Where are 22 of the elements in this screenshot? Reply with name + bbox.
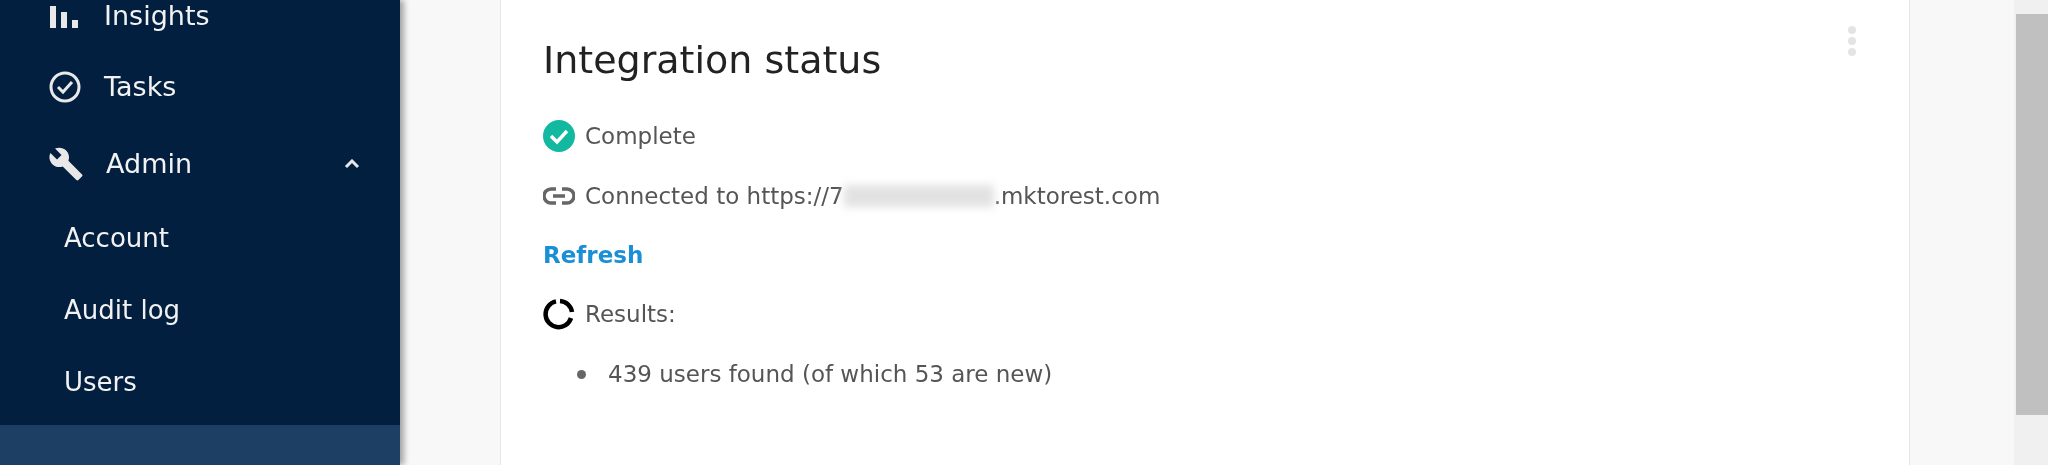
sidebar-subitem[interactable]: Account xyxy=(0,202,400,274)
card-title: Integration status xyxy=(543,38,882,82)
sidebar-subitem[interactable]: Audit log xyxy=(0,274,400,346)
sidebar-subitem[interactable]: Users xyxy=(0,346,400,418)
results-label: Results: xyxy=(585,301,676,327)
scrollbar-thumb[interactable] xyxy=(2016,14,2048,415)
check-circle-icon xyxy=(48,69,82,104)
connection-text: Connected to https://7 xyxy=(585,183,844,209)
link-icon xyxy=(543,186,575,206)
more-icon[interactable] xyxy=(1847,26,1857,56)
spinner-icon xyxy=(543,298,575,330)
sidebar-item[interactable]: Admin xyxy=(0,125,400,202)
refresh-link[interactable]: Refresh xyxy=(543,226,644,284)
wrench-icon xyxy=(48,145,84,182)
bullet-icon xyxy=(577,369,586,379)
sidebar-item[interactable]: Tasks xyxy=(0,48,400,125)
check-circle-icon xyxy=(543,120,575,152)
sidebar-item[interactable]: Insights xyxy=(0,0,400,48)
status-text: Complete xyxy=(585,123,696,149)
chevron-up-icon[interactable] xyxy=(344,158,360,169)
connection-domain: .mktorest.com xyxy=(993,183,1161,209)
result-item: 439 users found (of which 53 are new) xyxy=(608,361,1053,387)
